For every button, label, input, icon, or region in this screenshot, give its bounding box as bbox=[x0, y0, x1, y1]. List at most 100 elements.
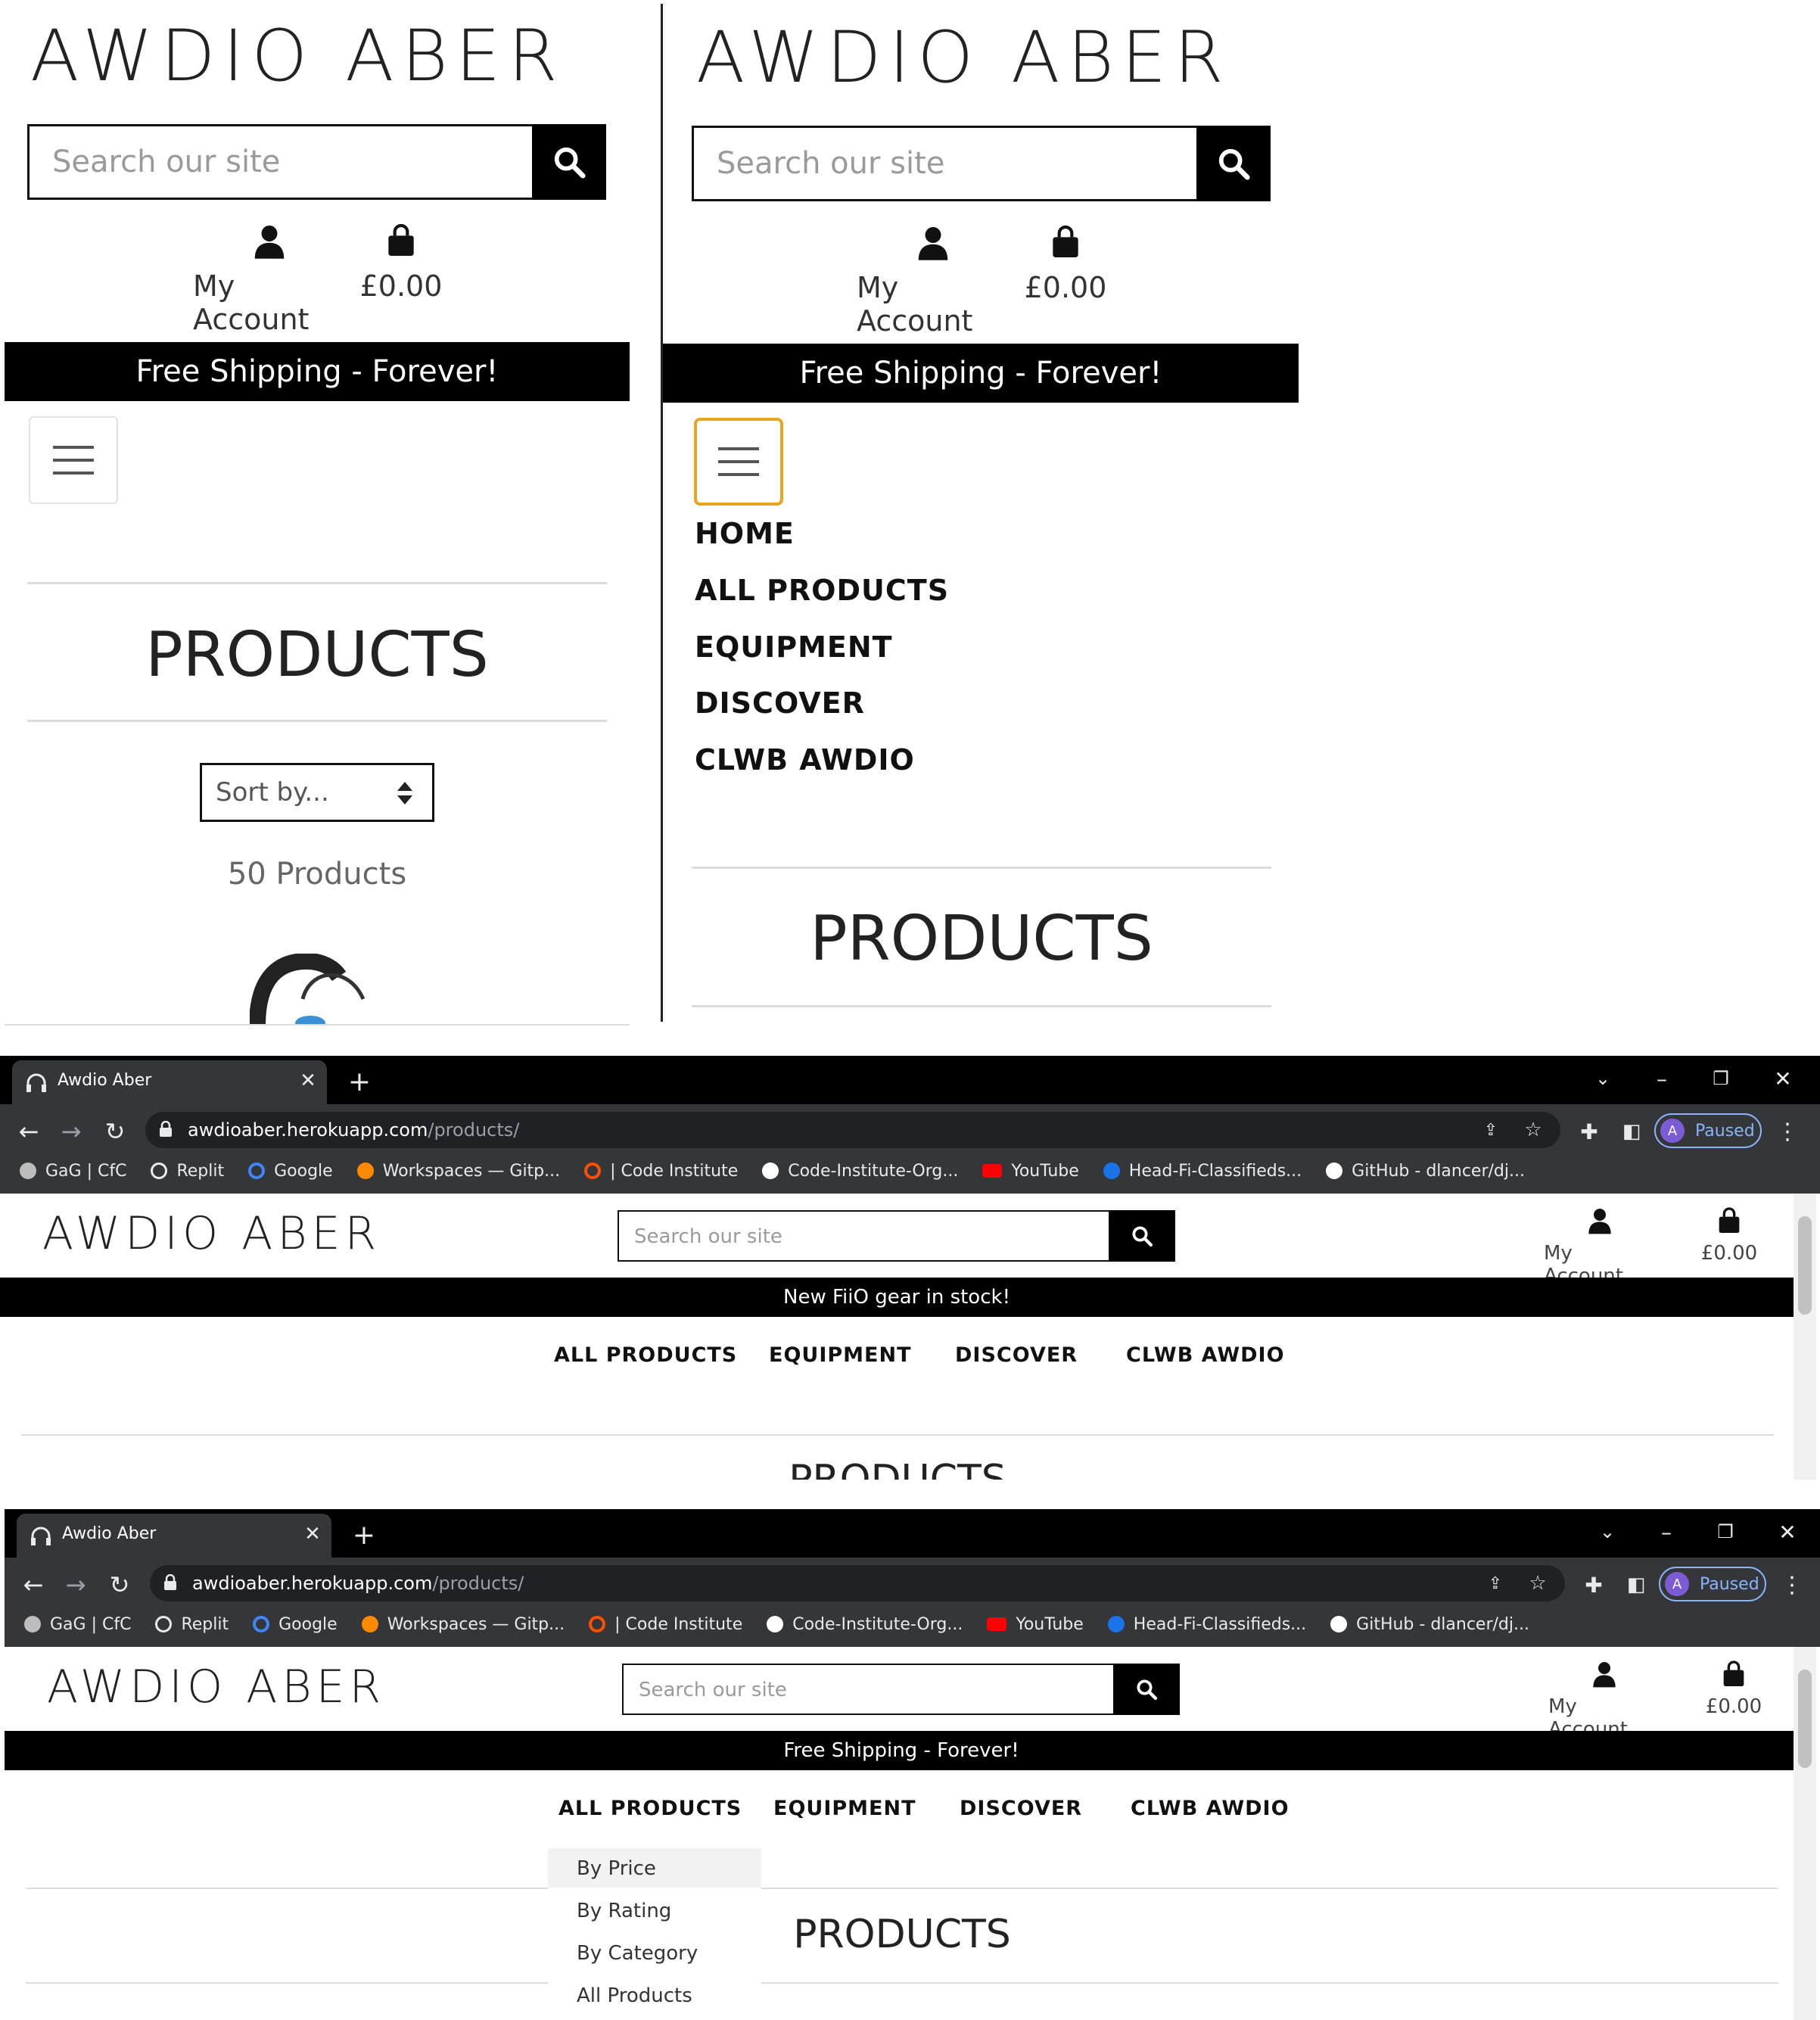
restore-icon[interactable]: ❐ bbox=[1712, 1518, 1739, 1545]
menu-toggle-button[interactable] bbox=[694, 418, 783, 506]
account-link[interactable]: My Account bbox=[857, 226, 1008, 338]
bookmark[interactable]: Code-Institute-Org... bbox=[762, 1162, 958, 1181]
bookmark[interactable]: GaG | CfC bbox=[24, 1615, 131, 1634]
tab-search-icon[interactable]: ⌄ bbox=[1589, 1065, 1616, 1092]
bookmark[interactable]: GitHub - dlancer/dj... bbox=[1326, 1162, 1525, 1181]
close-window-icon[interactable]: ✕ bbox=[1774, 1518, 1801, 1545]
scrollbar-thumb[interactable] bbox=[1798, 1216, 1812, 1315]
bookmark[interactable]: Replit bbox=[151, 1162, 224, 1181]
new-tab-icon[interactable]: + bbox=[344, 1066, 375, 1097]
dropdown-all-products[interactable]: All Products bbox=[548, 1975, 761, 2015]
search-input[interactable]: Search our site bbox=[27, 124, 534, 200]
bookmark[interactable]: Code-Institute-Org... bbox=[767, 1615, 963, 1634]
basket-link[interactable]: £0.00 bbox=[356, 224, 446, 311]
account-link[interactable]: My Account bbox=[193, 224, 344, 336]
mobile-menu-clwb-awdio[interactable]: CLWB AWDIO bbox=[695, 741, 915, 779]
mobile-menu-all-products[interactable]: ALL PRODUCTS bbox=[695, 571, 949, 609]
account-link[interactable]: My Account bbox=[1544, 1207, 1657, 1287]
restore-icon[interactable]: ❐ bbox=[1707, 1065, 1734, 1092]
mobile-menu-equipment[interactable]: EQUIPMENT bbox=[695, 628, 893, 666]
back-icon[interactable]: ← bbox=[14, 1116, 44, 1147]
bookmark[interactable]: YouTube bbox=[982, 1162, 1079, 1181]
nav-discover[interactable]: DISCOVER bbox=[960, 1797, 1082, 1820]
forward-icon[interactable]: → bbox=[61, 1570, 91, 1600]
nav-clwb-awdio[interactable]: CLWB AWDIO bbox=[1131, 1797, 1290, 1820]
bookmark[interactable]: GitHub - dlancer/dj... bbox=[1330, 1615, 1529, 1634]
bookmark[interactable]: Workspaces — Gitp... bbox=[356, 1162, 560, 1181]
address-bar[interactable]: awdioaber.herokuapp.com/products/ ⇪ ☆ bbox=[145, 1112, 1560, 1148]
share-icon[interactable]: ⇪ bbox=[1482, 1570, 1509, 1597]
browser-tab[interactable]: Awdio Aber ✕ bbox=[12, 1060, 327, 1104]
browser-menu-icon[interactable]: ⋮ bbox=[1778, 1570, 1806, 1600]
search-input[interactable]: Search our site bbox=[622, 1664, 1115, 1715]
close-window-icon[interactable]: ✕ bbox=[1769, 1065, 1797, 1092]
basket-link[interactable]: £0.00 bbox=[1020, 226, 1111, 313]
page-scrollbar[interactable] bbox=[1794, 1647, 1816, 2020]
address-bar[interactable]: awdioaber.herokuapp.com/products/ ⇪ ☆ bbox=[150, 1565, 1565, 1601]
extensions-icon[interactable]: ✚ bbox=[1574, 1116, 1604, 1147]
scrollbar-thumb[interactable] bbox=[1798, 1670, 1812, 1768]
nav-all-products[interactable]: ALL PRODUCTS bbox=[554, 1343, 737, 1367]
browser-tab[interactable]: Awdio Aber ✕ bbox=[17, 1514, 331, 1558]
bookmark[interactable]: Head-Fi-Classifieds... bbox=[1103, 1162, 1302, 1181]
basket-link[interactable]: £0.00 bbox=[1700, 1661, 1768, 1723]
search-input[interactable]: Search our site bbox=[618, 1210, 1111, 1262]
bookmark[interactable]: Workspaces — Gitp... bbox=[361, 1615, 565, 1634]
bookmark[interactable]: Replit bbox=[155, 1615, 229, 1634]
site-logo[interactable]: AWDIO ABER bbox=[42, 1206, 381, 1262]
mobile-menu-home[interactable]: HOME bbox=[695, 515, 795, 552]
side-panel-icon[interactable]: ◧ bbox=[1621, 1570, 1651, 1600]
search-button[interactable] bbox=[532, 124, 606, 200]
bookmark[interactable]: | Code Institute bbox=[589, 1615, 742, 1634]
dropdown-by-price[interactable]: By Price bbox=[548, 1848, 761, 1888]
nav-discover[interactable]: DISCOVER bbox=[955, 1343, 1078, 1367]
profile-status: Paused bbox=[1695, 1121, 1755, 1141]
profile-button[interactable]: A Paused bbox=[1654, 1113, 1762, 1148]
minimize-icon[interactable]: – bbox=[1648, 1065, 1675, 1092]
bookmark[interactable]: Google bbox=[253, 1615, 338, 1634]
browser-menu-icon[interactable]: ⋮ bbox=[1774, 1116, 1801, 1147]
sort-select[interactable]: Sort by... bbox=[200, 763, 434, 822]
site-logo[interactable]: AWDIO ABER bbox=[696, 17, 1231, 100]
basket-link[interactable]: £0.00 bbox=[1695, 1207, 1763, 1269]
menu-toggle-button[interactable] bbox=[29, 416, 118, 504]
side-panel-icon[interactable]: ◧ bbox=[1616, 1116, 1647, 1147]
nav-equipment[interactable]: EQUIPMENT bbox=[773, 1797, 916, 1820]
bookmark[interactable]: Google bbox=[248, 1162, 333, 1181]
search-input[interactable]: Search our site bbox=[692, 126, 1199, 201]
share-icon[interactable]: ⇪ bbox=[1477, 1116, 1504, 1144]
reload-icon[interactable]: ↻ bbox=[100, 1116, 130, 1147]
mobile-menu-discover[interactable]: DISCOVER bbox=[695, 684, 865, 722]
headphones-favicon-icon bbox=[31, 1527, 51, 1545]
headphones-image[interactable] bbox=[250, 954, 378, 1026]
account-link[interactable]: My Account bbox=[1548, 1661, 1662, 1741]
bookmark[interactable]: | Code Institute bbox=[584, 1162, 738, 1181]
nav-clwb-awdio[interactable]: CLWB AWDIO bbox=[1126, 1343, 1285, 1367]
bookmark-star-icon[interactable]: ☆ bbox=[1520, 1116, 1547, 1144]
bookmark[interactable]: Head-Fi-Classifieds... bbox=[1107, 1615, 1306, 1634]
search-button[interactable] bbox=[1109, 1210, 1175, 1262]
search-button[interactable] bbox=[1113, 1664, 1180, 1715]
forward-icon[interactable]: → bbox=[56, 1116, 86, 1147]
bookmark[interactable]: GaG | CfC bbox=[20, 1162, 126, 1181]
tab-close-icon[interactable]: ✕ bbox=[297, 1069, 319, 1092]
dropdown-by-rating[interactable]: By Rating bbox=[548, 1891, 761, 1930]
search-button[interactable] bbox=[1196, 126, 1271, 201]
reload-icon[interactable]: ↻ bbox=[104, 1570, 135, 1600]
gitpod-icon bbox=[356, 1163, 374, 1179]
page-scrollbar[interactable] bbox=[1794, 1194, 1816, 1480]
site-logo[interactable]: AWDIO ABER bbox=[47, 1659, 385, 1715]
tab-search-icon[interactable]: ⌄ bbox=[1594, 1518, 1621, 1545]
tab-close-icon[interactable]: ✕ bbox=[301, 1523, 324, 1545]
site-logo[interactable]: AWDIO ABER bbox=[30, 15, 565, 98]
new-tab-icon[interactable]: + bbox=[349, 1520, 379, 1551]
extensions-icon[interactable]: ✚ bbox=[1579, 1570, 1609, 1600]
dropdown-by-category[interactable]: By Category bbox=[548, 1933, 761, 1972]
bookmark-star-icon[interactable]: ☆ bbox=[1524, 1570, 1551, 1597]
bookmark[interactable]: YouTube bbox=[987, 1615, 1084, 1634]
nav-all-products[interactable]: ALL PRODUCTS bbox=[558, 1797, 742, 1820]
profile-button[interactable]: A Paused bbox=[1659, 1567, 1766, 1601]
back-icon[interactable]: ← bbox=[18, 1570, 48, 1600]
minimize-icon[interactable]: – bbox=[1653, 1518, 1680, 1545]
nav-equipment[interactable]: EQUIPMENT bbox=[769, 1343, 911, 1367]
